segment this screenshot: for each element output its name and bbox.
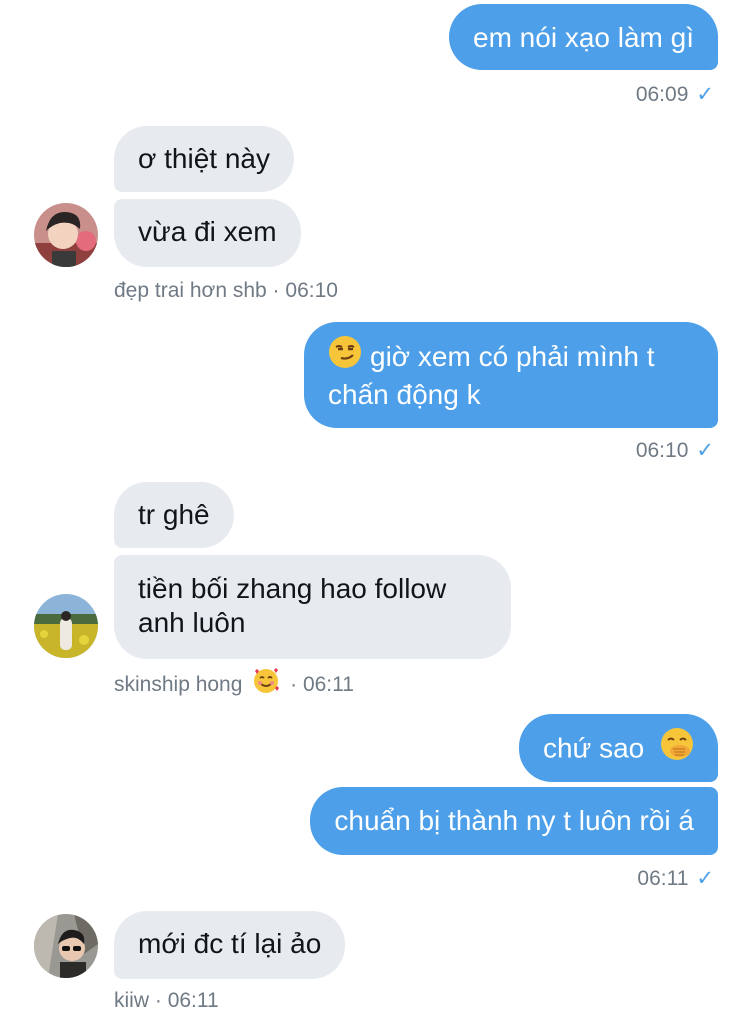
- message-text: tr ghê: [138, 499, 210, 530]
- smirking-face-icon: [328, 335, 362, 378]
- message-meta: 06:10 ✓: [636, 438, 714, 464]
- smiling-face-with-hearts-icon: [252, 666, 280, 701]
- message-bubble-incoming[interactable]: ơ thiệt này: [114, 126, 294, 192]
- message-time: 06:11: [167, 989, 219, 1012]
- message-text: ơ thiệt này: [138, 143, 270, 174]
- message-time: 06:10: [635, 439, 689, 462]
- message-meta: 06:09 ✓: [636, 82, 714, 108]
- sender-name: kiiw: [114, 989, 149, 1012]
- message-bubble-outgoing[interactable]: em nói xạo làm gì: [449, 4, 718, 70]
- sent-check-icon: ✓: [696, 867, 714, 890]
- separator: ·: [154, 989, 162, 1012]
- sent-check-icon: ✓: [696, 83, 714, 106]
- avatar[interactable]: [34, 914, 98, 978]
- avatar-photo: [34, 594, 98, 658]
- avatar-photo: [34, 203, 98, 267]
- message-meta: 06:11 ✓: [637, 866, 714, 892]
- avatar[interactable]: [34, 203, 98, 267]
- chat-thread[interactable]: em nói xạo làm gì 06:09 ✓ ơ thiệt này vừa…: [0, 0, 750, 1012]
- message-bubble-outgoing[interactable]: chứ sao: [518, 714, 718, 782]
- message-text: mới đc tí lại ảo: [138, 928, 322, 959]
- message-time: 06:11: [302, 673, 354, 697]
- message-text-line2: chấn động k: [328, 379, 481, 411]
- separator: ·: [290, 673, 298, 697]
- message-time: 06:10: [285, 279, 338, 302]
- message-meta: kiiw · 06:11: [114, 988, 219, 1014]
- message-text: chứ sao: [542, 732, 645, 764]
- message-text-line2: anh luôn: [138, 607, 246, 638]
- message-time: 06:11: [637, 867, 689, 890]
- message-text: vừa đi xem: [138, 216, 277, 247]
- message-text-line1: tiền bối zhang hao follow: [138, 573, 447, 604]
- sender-name: skinship hong: [114, 673, 243, 697]
- message-bubble-incoming[interactable]: vừa đi xem: [114, 199, 301, 267]
- separator: ·: [272, 279, 280, 302]
- message-text: em nói xạo làm gì: [473, 22, 694, 53]
- message-bubble-incoming[interactable]: tr ghê: [114, 482, 234, 548]
- message-bubble-outgoing[interactable]: chuẩn bị thành ny t luôn rồi á: [310, 787, 718, 855]
- message-time: 06:09: [635, 83, 689, 106]
- message-bubble-outgoing[interactable]: giờ xem có phải mình t chấn động k: [304, 322, 718, 428]
- avatar-photo: [34, 914, 98, 978]
- message-bubble-incoming[interactable]: tiền bối zhang hao follow anh luôn: [114, 555, 511, 659]
- face-with-hand-over-mouth-icon: [660, 727, 694, 769]
- avatar[interactable]: [34, 594, 98, 658]
- message-text: chuẩn bị thành ny t luôn rồi á: [334, 805, 694, 836]
- message-text-line1: giờ xem có phải mình t: [370, 341, 655, 372]
- sent-check-icon: ✓: [696, 439, 714, 462]
- sender-name: đẹp trai hơn shb: [114, 279, 267, 302]
- message-meta: đẹp trai hơn shb · 06:10: [114, 278, 338, 304]
- message-bubble-incoming[interactable]: mới đc tí lại ảo: [114, 911, 346, 979]
- message-meta: skinship hong · 06:11: [114, 668, 354, 701]
